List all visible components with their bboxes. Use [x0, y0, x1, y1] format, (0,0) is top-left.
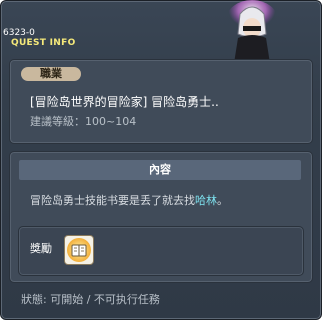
reward-box — [18, 226, 304, 276]
content-end: 。 — [217, 194, 228, 207]
quest-status: 狀態: 可開始 / 不可执行任務 — [21, 293, 160, 306]
reward-item[interactable] — [64, 235, 94, 265]
window-title: QUEST INFO — [11, 38, 76, 48]
content-header: 內容 — [19, 160, 301, 180]
job-tag: 職業 — [21, 67, 81, 81]
npc-link[interactable]: 哈林 — [195, 194, 217, 207]
content-text: 冒险岛勇士技能书要是丢了就去找哈林。 — [30, 194, 228, 208]
recommended-level: 建議等級：100~104 — [30, 115, 137, 128]
reward-label: 獎勵 — [30, 242, 52, 255]
quest-id: 6323-0 — [3, 28, 35, 38]
skill-book-icon — [67, 238, 91, 262]
quest-title: [冒险岛世界的冒险家] 冒险岛勇士.. — [30, 95, 219, 109]
content-body: 冒险岛勇士技能书要是丢了就去找 — [30, 194, 195, 207]
